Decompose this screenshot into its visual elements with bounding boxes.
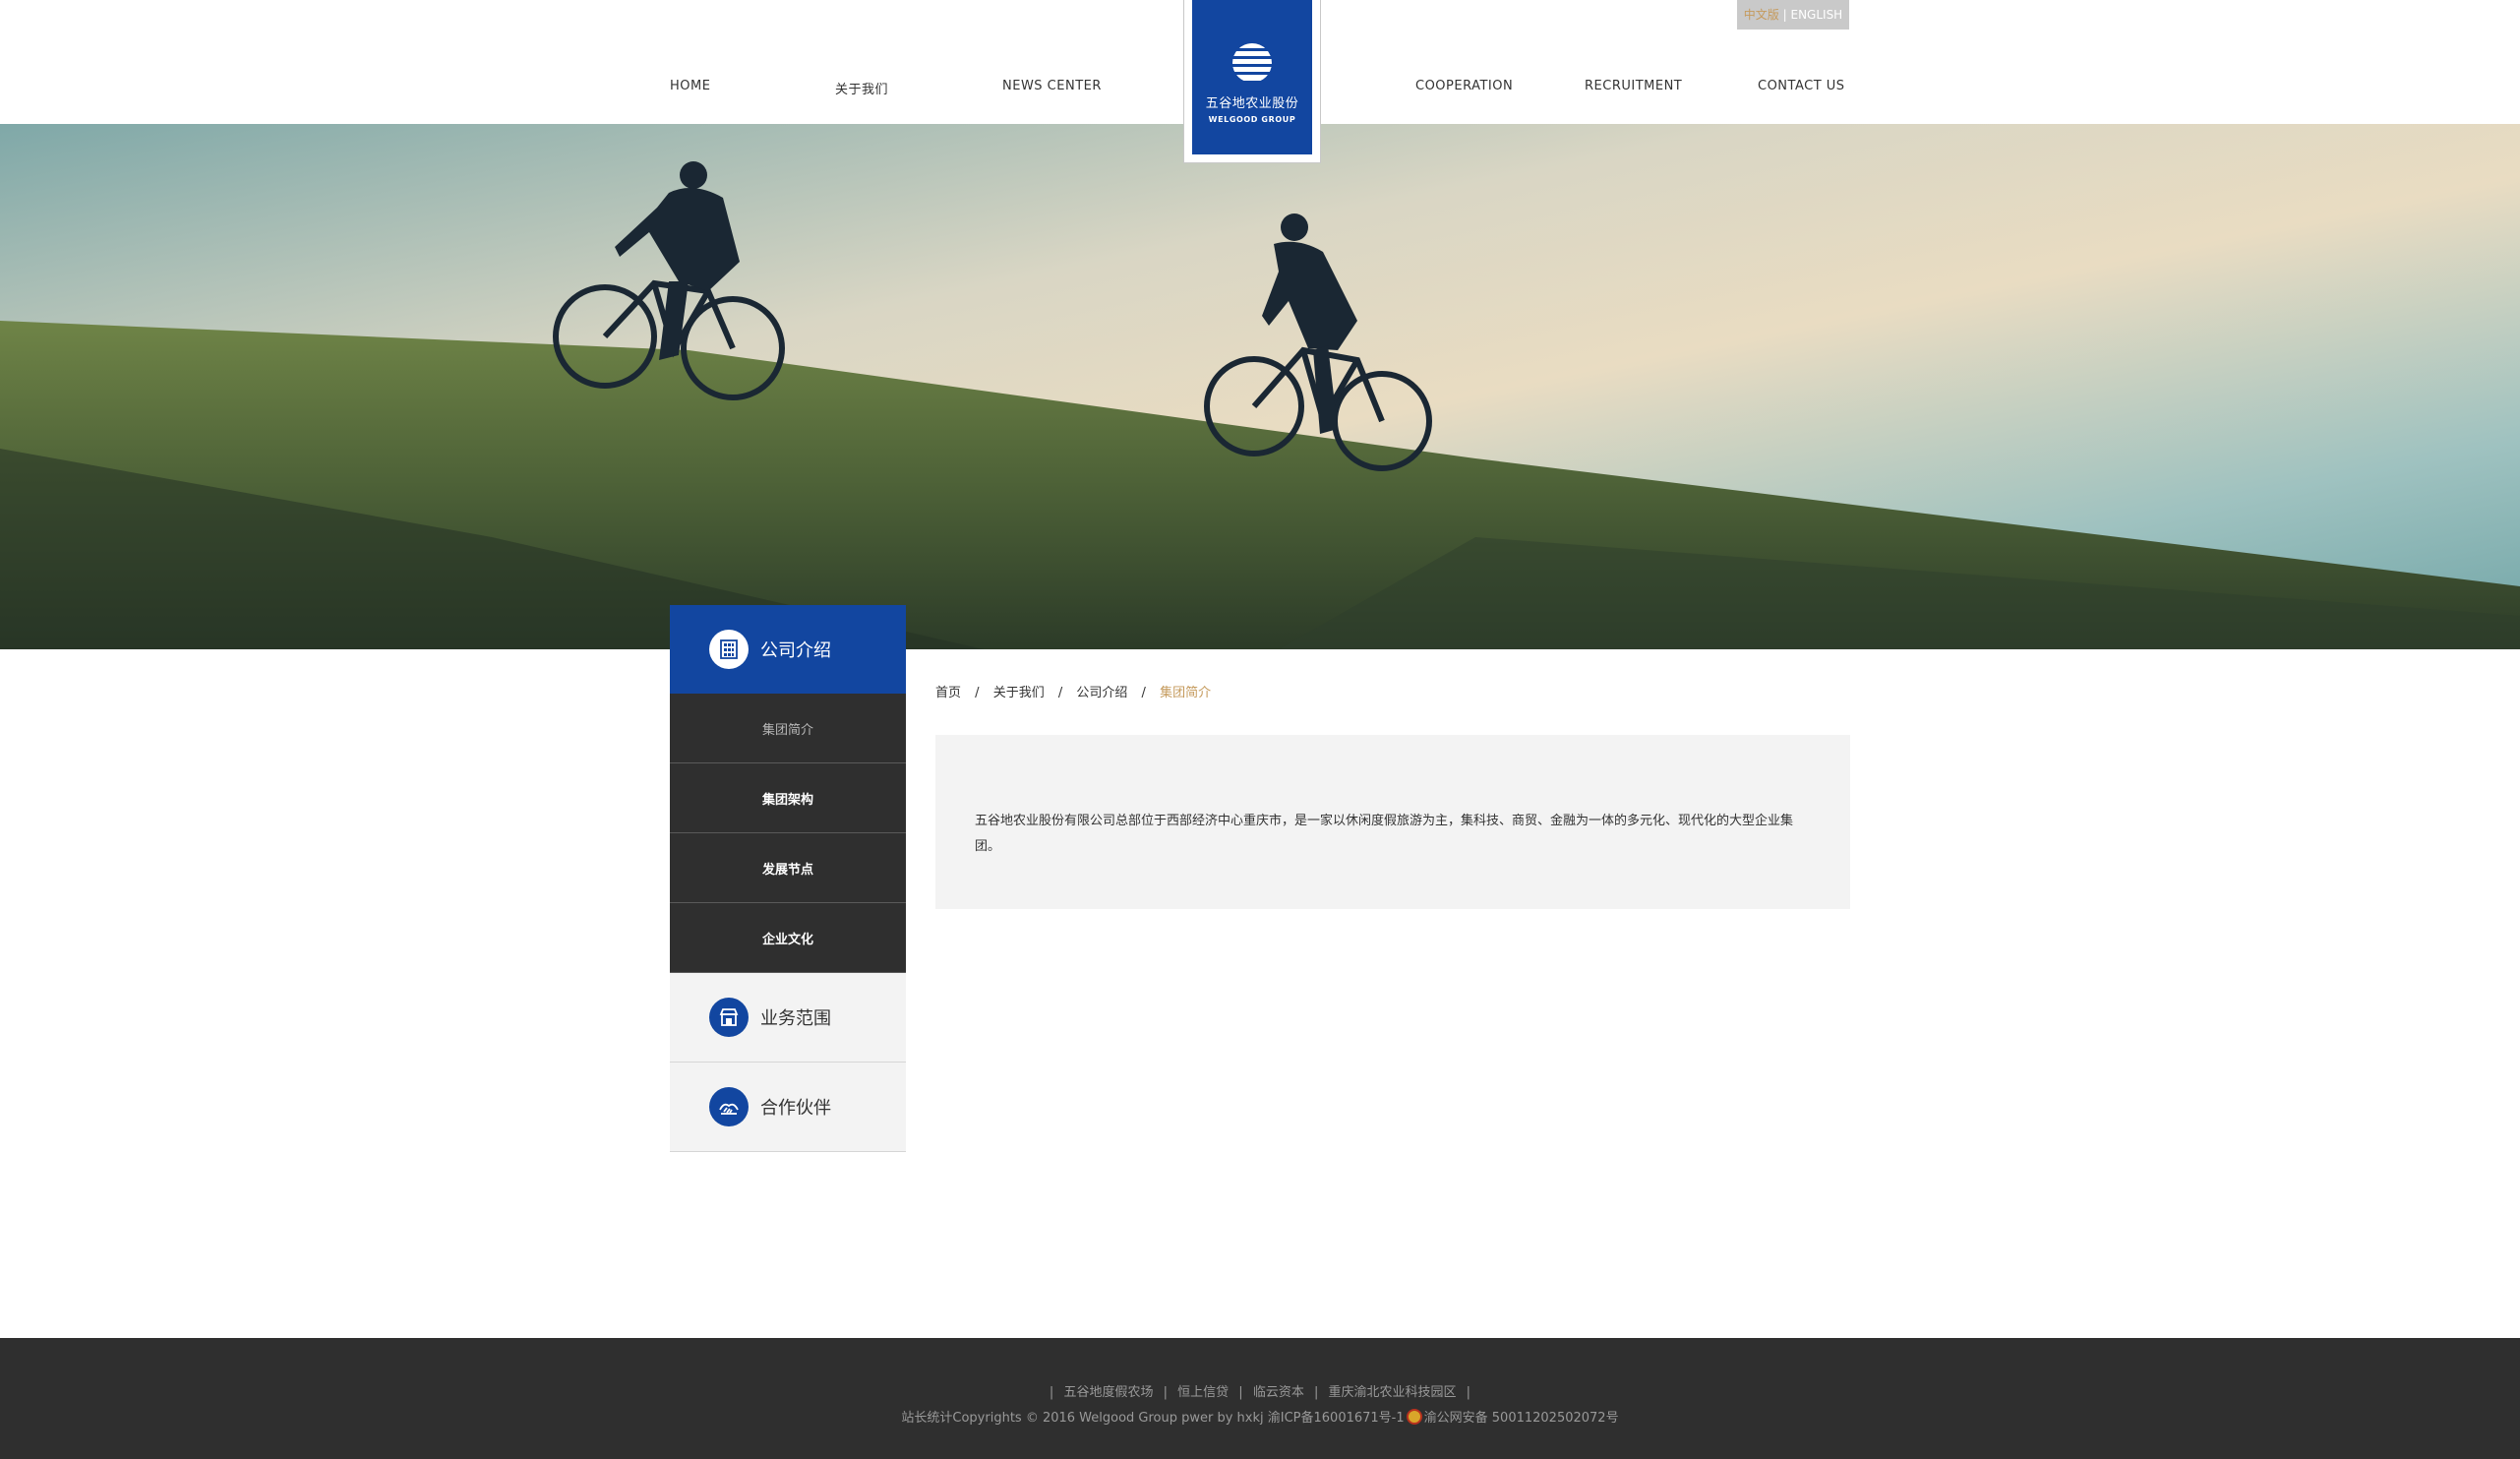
sidebar-head-label: 公司介绍: [760, 640, 831, 661]
lang-english-link[interactable]: ENGLISH: [1790, 8, 1842, 22]
breadcrumb-separator: /: [1057, 686, 1063, 700]
footer-link-tech-park[interactable]: 重庆渝北农业科技园区: [1329, 1385, 1457, 1400]
shop-icon: [709, 998, 749, 1037]
globe-lines-icon: [1232, 43, 1272, 81]
lang-separator: |: [1782, 8, 1787, 22]
footer-link-resort-farm[interactable]: 五谷地度假农场: [1063, 1385, 1153, 1400]
logo-english-name: WELGOOD GROUP: [1208, 115, 1296, 124]
breadcrumb: 首页 / 关于我们 / 公司介绍 / 集团简介: [935, 682, 1211, 700]
logo-frame[interactable]: 五谷地农业股份 WELGOOD GROUP: [1183, 0, 1321, 163]
sidebar-item-corporate-culture[interactable]: 企业文化: [670, 903, 906, 973]
breadcrumb-about[interactable]: 关于我们: [993, 686, 1045, 700]
footer-copyright: 站长统计Copyrights © 2016 Welgood Group pwer…: [0, 1407, 2520, 1426]
lang-chinese-link[interactable]: 中文版: [1744, 8, 1779, 22]
breadcrumb-home[interactable]: 首页: [935, 686, 961, 700]
nav-news-center[interactable]: NEWS CENTER: [1002, 79, 1102, 93]
footer-link-bar: |: [1313, 1385, 1319, 1400]
footer-link-bar: |: [1049, 1385, 1054, 1400]
footer-link-credit[interactable]: 恒上信贷: [1177, 1385, 1229, 1400]
sidebar-item-group-structure[interactable]: 集团架构: [670, 763, 906, 833]
sidebar-item-group-profile[interactable]: 集团简介: [670, 694, 906, 763]
nav-recruitment[interactable]: RECRUITMENT: [1585, 79, 1682, 93]
breadcrumb-separator: /: [1141, 686, 1146, 700]
police-emblem-icon: [1406, 1409, 1422, 1425]
footer-link-bar: |: [1163, 1385, 1168, 1400]
site-footer: | 五谷地度假农场 | 恒上信贷 | 临云资本 | 重庆渝北农业科技园区 | 站…: [0, 1338, 2520, 1459]
logo-chinese-name: 五谷地农业股份: [1205, 96, 1299, 111]
footer-links: | 五谷地度假农场 | 恒上信贷 | 临云资本 | 重庆渝北农业科技园区 |: [0, 1381, 2520, 1400]
business-scope-label: 业务范围: [760, 1008, 831, 1029]
handshake-icon: [709, 1087, 749, 1126]
sidebar-head-company-intro[interactable]: 公司介绍: [670, 605, 906, 694]
intro-text: 五谷地农业股份有限公司总部位于西部经济中心重庆市，是一家以休闲度假旅游为主，集科…: [975, 814, 1794, 854]
sidebar-item-partners[interactable]: 合作伙伴: [670, 1063, 906, 1152]
partners-label: 合作伙伴: [760, 1098, 831, 1119]
breadcrumb-current: 集团简介: [1160, 686, 1212, 700]
nav-contact-us[interactable]: CONTACT US: [1758, 79, 1845, 93]
footer-link-capital[interactable]: 临云资本: [1253, 1385, 1304, 1400]
breadcrumb-company-intro[interactable]: 公司介绍: [1076, 686, 1127, 700]
banner-image: [0, 124, 2520, 649]
footer-link-bar: |: [1466, 1385, 1471, 1400]
hero-banner: [0, 124, 2520, 649]
language-switch: 中文版 | ENGLISH: [1737, 0, 1849, 30]
logo[interactable]: 五谷地农业股份 WELGOOD GROUP: [1192, 0, 1312, 154]
public-security-record[interactable]: 渝公网安备 50011202502072号: [1424, 1411, 1619, 1426]
copyright-text: 站长统计Copyrights © 2016 Welgood Group pwer…: [901, 1411, 1405, 1426]
nav-about[interactable]: 关于我们: [835, 79, 888, 97]
nav-cooperation[interactable]: COOPERATION: [1415, 79, 1513, 93]
building-icon: [709, 630, 749, 669]
footer-link-bar: |: [1238, 1385, 1243, 1400]
intro-panel: 五谷地农业股份有限公司总部位于西部经济中心重庆市，是一家以休闲度假旅游为主，集科…: [935, 735, 1850, 909]
nav-home[interactable]: HOME: [670, 79, 710, 93]
sidebar-item-business-scope[interactable]: 业务范围: [670, 973, 906, 1063]
sidebar: 公司介绍 集团简介 集团架构 发展节点 企业文化 业务范围 合作伙伴: [670, 605, 906, 1152]
breadcrumb-separator: /: [975, 686, 980, 700]
sidebar-item-milestones[interactable]: 发展节点: [670, 833, 906, 903]
